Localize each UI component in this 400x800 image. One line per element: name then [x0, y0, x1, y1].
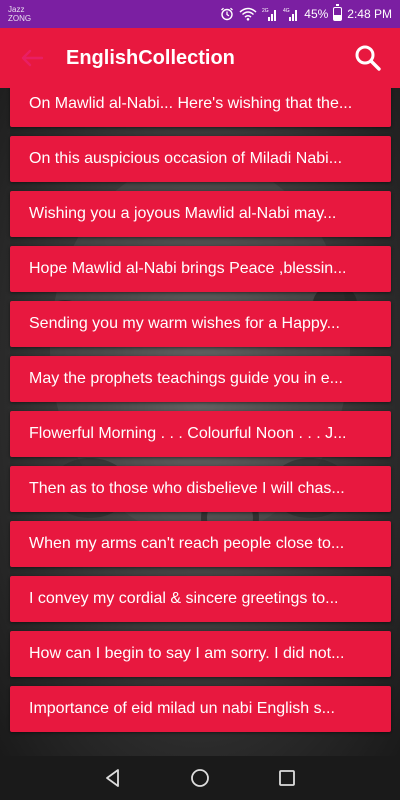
message-card[interactable]: I convey my cordial & sincere greetings …	[10, 576, 391, 622]
message-preview: On Mawlid al-Nabi... Here's wishing that…	[29, 95, 353, 112]
message-card[interactable]: On Mawlid al-Nabi... Here's wishing that…	[10, 88, 391, 127]
carrier-name-2: ZONG	[8, 14, 32, 23]
message-card[interactable]: Flowerful Morning . . . Colourful Noon .…	[10, 411, 391, 457]
battery-fill	[334, 14, 342, 20]
system-nav-bar	[0, 756, 400, 800]
message-card[interactable]: May the prophets teachings guide you in …	[10, 356, 391, 402]
message-card[interactable]: Importance of eid milad un nabi English …	[10, 686, 391, 732]
carrier-name-1: Jazz	[8, 5, 25, 14]
signal-icon-1: 2G	[262, 7, 278, 21]
message-preview: Flowerful Morning . . . Colourful Noon .…	[29, 425, 347, 442]
nav-home-button[interactable]	[180, 758, 220, 798]
message-preview: How can I begin to say I am sorry. I did…	[29, 645, 345, 662]
message-card[interactable]: Hope Mawlid al-Nabi brings Peace ,blessi…	[10, 246, 391, 292]
status-icons: 2G 4G 45% 2:48 PM	[220, 4, 392, 21]
back-button[interactable]	[12, 38, 52, 78]
wifi-icon	[239, 7, 257, 21]
message-card[interactable]: Then as to those who disbelieve I will c…	[10, 466, 391, 512]
network-label-1: 2G	[262, 8, 269, 14]
nav-recents-button[interactable]	[267, 758, 307, 798]
page-title: EnglishCollection	[66, 46, 235, 69]
message-card[interactable]: How can I begin to say I am sorry. I did…	[10, 631, 391, 677]
carrier-info: Jazz ZONG	[8, 5, 31, 23]
recents-square-icon	[278, 770, 295, 786]
battery-percent: 45%	[304, 7, 329, 21]
app-bar: EnglishCollection	[0, 28, 400, 88]
message-list: On Mawlid al-Nabi... Here's wishing that…	[10, 88, 391, 741]
search-button[interactable]	[348, 38, 388, 78]
message-preview: Hope Mawlid al-Nabi brings Peace ,blessi…	[29, 260, 347, 277]
message-preview: May the prophets teachings guide you in …	[29, 370, 343, 387]
message-list-area[interactable]: On Mawlid al-Nabi... Here's wishing that…	[0, 88, 400, 756]
back-arrow-icon	[21, 49, 43, 67]
message-preview: Sending you my warm wishes for a Happy..…	[29, 315, 340, 332]
message-card[interactable]: On this auspicious occasion of Miladi Na…	[10, 136, 391, 182]
message-preview: On this auspicious occasion of Miladi Na…	[29, 150, 343, 167]
message-preview: When my arms can't reach people close to…	[29, 535, 345, 552]
status-bar: Jazz ZONG 2G 4G 45% 2:48 PM	[0, 0, 400, 28]
battery-icon	[333, 4, 343, 21]
home-circle-icon	[191, 769, 209, 787]
message-preview: Then as to those who disbelieve I will c…	[29, 480, 345, 497]
signal-icon-2: 4G	[283, 7, 299, 21]
message-card[interactable]: Sending you my warm wishes for a Happy..…	[10, 301, 391, 347]
message-card[interactable]: When my arms can't reach people close to…	[10, 521, 391, 567]
status-time: 2:48 PM	[347, 7, 392, 21]
message-preview: Importance of eid milad un nabi English …	[29, 700, 335, 717]
message-card[interactable]: Wishing you a joyous Mawlid al-Nabi may.…	[10, 191, 391, 237]
back-triangle-icon	[106, 769, 120, 787]
alarm-icon	[220, 7, 234, 21]
nav-back-button[interactable]	[93, 758, 133, 798]
message-preview: Wishing you a joyous Mawlid al-Nabi may.…	[29, 205, 337, 222]
message-preview: I convey my cordial & sincere greetings …	[29, 590, 339, 607]
network-label-2: 4G	[283, 8, 290, 14]
search-icon	[355, 45, 381, 71]
